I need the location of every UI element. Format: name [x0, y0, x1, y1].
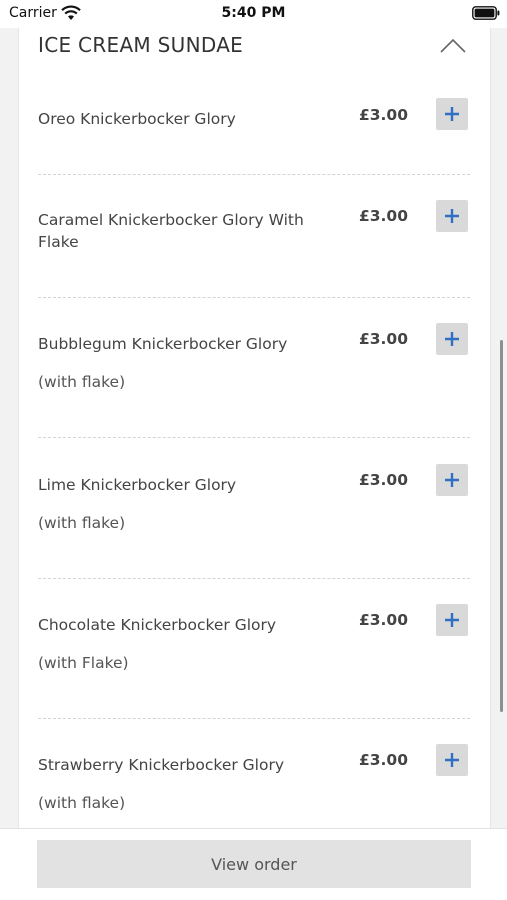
plus-icon [445, 613, 459, 627]
plus-icon [445, 753, 459, 767]
item-divider [38, 578, 470, 579]
item-divider [38, 297, 470, 298]
view-order-button[interactable]: View order [37, 840, 471, 888]
item-price: £3.00 [358, 751, 408, 769]
item-price: £3.00 [358, 106, 408, 124]
add-item-button[interactable] [436, 744, 468, 776]
app-screen: Carrier 5:40 PM ICE CREAM SUNDAE Oreo Kn… [0, 0, 507, 900]
add-item-button[interactable] [436, 200, 468, 232]
menu-item-caramel: Caramel Knickerbocker Glory With Flake £… [38, 200, 470, 259]
item-name: Oreo Knickerbocker Glory [38, 110, 236, 128]
item-price: £3.00 [358, 611, 408, 629]
add-item-button[interactable] [436, 323, 468, 355]
footer-bar: View order [0, 828, 507, 900]
menu-item-lime: Lime Knickerbocker Glory (with flake) £3… [38, 464, 470, 544]
menu-item-bubblegum: Bubblegum Knickerbocker Glory (with flak… [38, 323, 470, 403]
item-divider [38, 718, 470, 719]
item-name: Chocolate Knickerbocker Glory [38, 616, 277, 634]
item-name: Strawberry Knickerbocker Glory [38, 756, 285, 774]
item-description: (with Flake) [38, 654, 129, 672]
item-name: Lime Knickerbocker Glory [38, 476, 237, 494]
item-name: Caramel Knickerbocker Glory With Flake [38, 211, 304, 251]
item-name: Bubblegum Knickerbocker Glory [38, 335, 288, 353]
menu-item-oreo: Oreo Knickerbocker Glory £3.00 [38, 98, 470, 148]
plus-icon [445, 107, 459, 121]
section-title: ICE CREAM SUNDAE [38, 33, 244, 57]
menu-section-card: ICE CREAM SUNDAE Oreo Knickerbocker Glor… [18, 0, 491, 828]
plus-icon [445, 332, 459, 346]
item-divider [38, 437, 470, 438]
item-price: £3.00 [358, 207, 408, 225]
add-item-button[interactable] [436, 604, 468, 636]
chevron-up-icon[interactable] [440, 38, 466, 54]
item-description: (with flake) [38, 514, 126, 532]
scrollbar[interactable] [500, 340, 503, 712]
item-divider [38, 174, 470, 175]
status-time: 5:40 PM [221, 5, 286, 21]
plus-icon [445, 473, 459, 487]
status-bar: Carrier 5:40 PM [0, 0, 507, 28]
plus-icon [445, 209, 459, 223]
section-header[interactable]: ICE CREAM SUNDAE [38, 30, 470, 64]
add-item-button[interactable] [436, 98, 468, 130]
battery-icon [472, 6, 500, 20]
menu-item-strawberry: Strawberry Knickerbocker Glory (with fla… [38, 744, 470, 824]
item-price: £3.00 [358, 471, 408, 489]
add-item-button[interactable] [436, 464, 468, 496]
item-price: £3.00 [358, 330, 408, 348]
menu-item-chocolate: Chocolate Knickerbocker Glory (with Flak… [38, 604, 470, 684]
item-description: (with flake) [38, 794, 126, 812]
item-description: (with flake) [38, 373, 126, 391]
